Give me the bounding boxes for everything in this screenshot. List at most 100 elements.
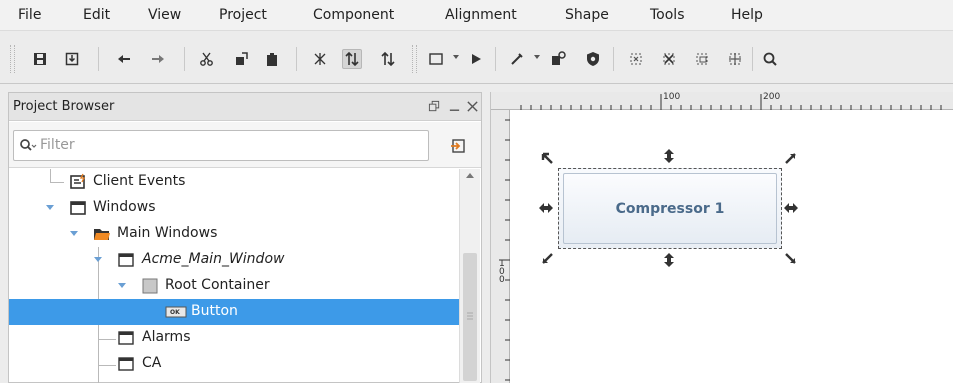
menu-component[interactable]: Component — [313, 7, 394, 23]
tree-item-main-windows[interactable]: Main Windows — [9, 221, 459, 247]
tree-item-label: Main Windows — [117, 225, 218, 241]
project-browser-panel: Project Browser Filter Client Events Win… — [8, 92, 482, 383]
menu-bar: File Edit View Project Component Alignme… — [0, 0, 953, 31]
resize-handle-s[interactable] — [660, 251, 678, 269]
order-icon[interactable] — [342, 49, 362, 69]
filter-placeholder: Filter — [40, 137, 75, 153]
toolbar-grip[interactable] — [10, 45, 15, 73]
menu-file[interactable]: File — [18, 7, 41, 23]
tree-item-label: Root Container — [165, 277, 270, 293]
button-label: Compressor 1 — [615, 200, 725, 217]
resize-handle-ne[interactable] — [780, 151, 798, 169]
expand-toggle[interactable] — [94, 257, 102, 262]
ruler-label-100: 100 — [663, 92, 681, 102]
window-icon — [117, 329, 135, 347]
tree-item-label: Client Events — [93, 173, 186, 189]
restore-icon[interactable] — [425, 97, 443, 115]
minimize-icon[interactable] — [445, 97, 463, 115]
menu-project[interactable]: Project — [219, 7, 267, 23]
bounds-icon[interactable] — [626, 49, 646, 69]
ruler-label-200: 200 — [763, 92, 781, 102]
project-tree: Client Events Windows Main Windows Acme_… — [9, 169, 459, 383]
window-icon[interactable] — [426, 49, 446, 69]
undo-icon[interactable] — [114, 49, 134, 69]
project-browser-header: Project Browser — [9, 93, 481, 121]
tree-item-ca[interactable]: CA — [9, 351, 459, 377]
toolbar-separator — [98, 47, 99, 71]
menu-shape[interactable]: Shape — [565, 7, 609, 23]
tree-item-button[interactable]: OK Button — [9, 299, 459, 325]
toolbar-separator — [184, 47, 185, 71]
window-icon — [117, 355, 135, 373]
resize-handle-se[interactable] — [780, 248, 798, 266]
menu-help[interactable]: Help — [731, 7, 763, 23]
toolbar-separator — [613, 47, 614, 71]
expand-toggle[interactable] — [118, 283, 126, 288]
menu-tools[interactable]: Tools — [650, 7, 685, 23]
toolbar-separator — [495, 47, 496, 71]
scroll-thumb[interactable] — [463, 253, 477, 381]
menu-edit[interactable]: Edit — [83, 7, 110, 23]
tree-item-windows[interactable]: Windows — [9, 195, 459, 221]
wrench-icon[interactable] — [507, 49, 527, 69]
play-icon[interactable] — [466, 49, 486, 69]
window-icon — [117, 251, 135, 269]
toolbar-separator — [296, 47, 297, 71]
resize-handle-sw[interactable] — [540, 248, 558, 266]
ruler-label-vertical-100: 100 — [499, 259, 505, 285]
zoom-icon[interactable] — [760, 49, 780, 69]
client-events-icon — [69, 173, 87, 191]
close-icon[interactable] — [463, 97, 481, 115]
wrench-dropdown-caret[interactable] — [534, 55, 540, 59]
scroll-up-arrow[interactable] — [466, 173, 474, 178]
tree-item-alarms[interactable]: Alarms — [9, 325, 459, 351]
windows-icon — [69, 199, 87, 217]
bounds-4-icon[interactable] — [725, 49, 745, 69]
save-icon[interactable] — [30, 49, 50, 69]
bounds-2-icon[interactable] — [659, 49, 679, 69]
tree-scrollbar[interactable] — [459, 169, 480, 383]
tree-item-client-events[interactable]: Client Events — [9, 169, 459, 195]
toolbar-grip[interactable] — [412, 45, 417, 73]
toolbar — [0, 31, 953, 84]
menu-view[interactable]: View — [148, 7, 181, 23]
ruler-vertical: 100 — [491, 110, 510, 383]
filter-row: Filter — [9, 122, 481, 168]
container-icon — [141, 277, 159, 295]
resize-handle-n[interactable] — [660, 147, 678, 165]
tree-item-root-container[interactable]: Root Container — [9, 273, 459, 299]
group-icon[interactable] — [310, 49, 330, 69]
expand-toggle[interactable] — [46, 205, 54, 210]
paste-icon[interactable] — [262, 49, 282, 69]
shield-icon[interactable] — [583, 49, 603, 69]
toolbar-separator — [752, 47, 753, 71]
search-icon[interactable] — [19, 138, 37, 154]
resize-handle-nw[interactable] — [540, 151, 558, 169]
window-dropdown-caret[interactable] — [453, 55, 459, 59]
filter-input[interactable]: Filter — [13, 130, 429, 161]
button-face[interactable]: Compressor 1 — [563, 173, 777, 244]
save-all-icon[interactable] — [62, 49, 82, 69]
expand-toggle[interactable] — [70, 231, 78, 236]
tree-item-acme-main-window[interactable]: Acme_Main_Window — [9, 247, 459, 273]
order-2-icon[interactable] — [378, 49, 398, 69]
link-editor-icon[interactable] — [449, 136, 469, 156]
button-icon-badge: OK — [170, 309, 180, 316]
redo-icon[interactable] — [148, 49, 168, 69]
tree-item-label: Windows — [93, 199, 156, 215]
bounds-3-icon[interactable] — [692, 49, 712, 69]
folder-icon — [93, 225, 111, 243]
compressor-button-component[interactable]: Compressor 1 — [558, 168, 782, 249]
tree-item-label: Button — [191, 303, 238, 319]
script-icon[interactable] — [548, 49, 568, 69]
project-browser-title: Project Browser — [13, 99, 115, 114]
tree-item-label: Acme_Main_Window — [142, 251, 285, 267]
copy-icon[interactable] — [231, 49, 251, 69]
tree-item-label: Alarms — [142, 329, 191, 345]
menu-alignment[interactable]: Alignment — [445, 7, 517, 23]
cut-icon[interactable] — [197, 49, 217, 69]
tree-item-label: CA — [142, 355, 162, 371]
ruler-horizontal: 100 200 — [491, 92, 953, 110]
resize-handle-w[interactable] — [537, 199, 555, 217]
resize-handle-e[interactable] — [782, 199, 800, 217]
